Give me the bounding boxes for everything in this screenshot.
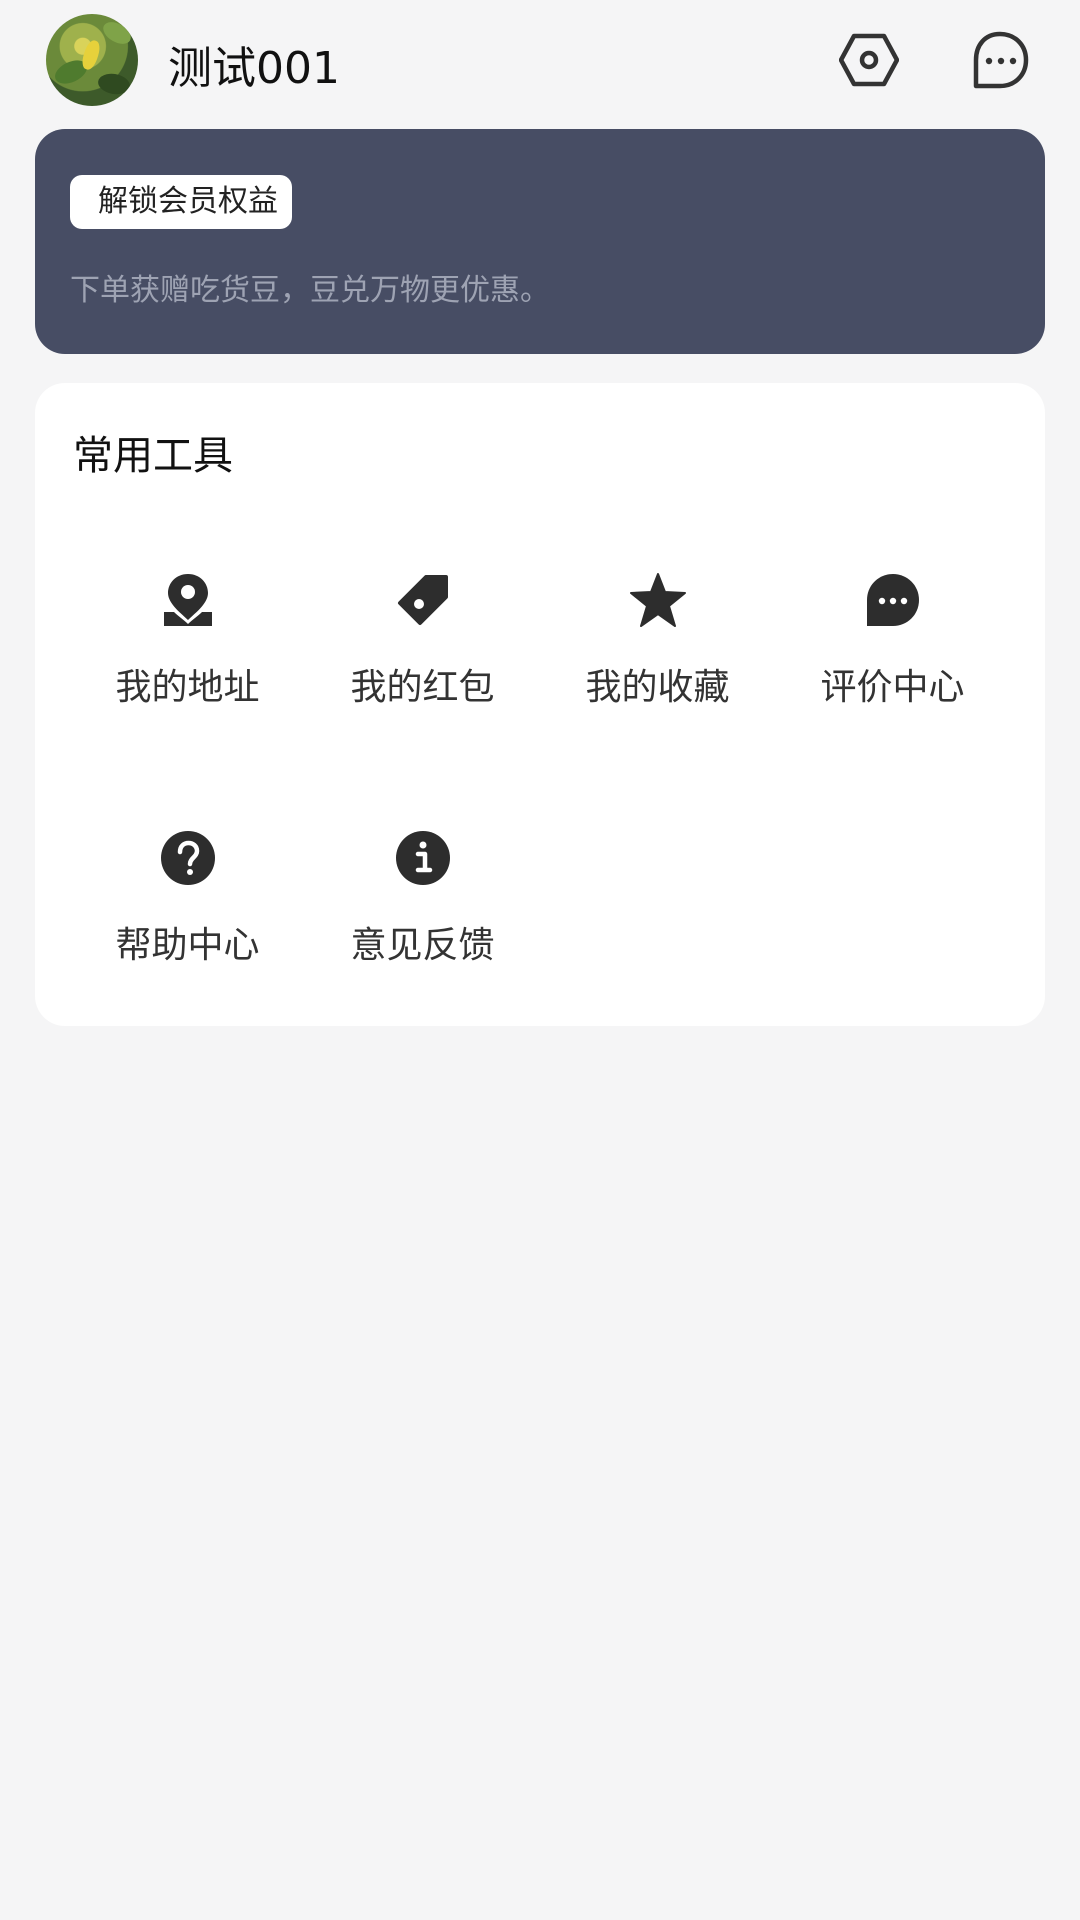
common-tools-card: 常用工具 我的地址 我的红包 我的收藏 评价中心 帮助中心 意见反馈 [35,383,1045,1026]
help-circle-icon [156,826,220,890]
avatar-fruit [79,38,103,72]
vip-description: 下单获赠吃货豆，豆兑万物更优惠。 [70,273,550,308]
tool-label: 帮助中心 [115,925,260,966]
tool-label: 我的收藏 [585,667,730,708]
avatar-leaf [99,17,135,49]
message-bubble-icon [973,31,1029,89]
vip-unlock-tag[interactable]: 解锁会员权益 [70,175,292,229]
settings-button[interactable] [837,28,901,92]
tool-label: 我的红包 [350,667,495,708]
message-button[interactable] [968,28,1032,92]
tool-label: 我的地址 [115,667,260,708]
settings-hexagon-icon [839,33,899,87]
vip-banner[interactable]: 解锁会员权益 下单获赠吃货豆，豆兑万物更优惠。 [35,129,1045,354]
avatar-leaf [96,71,132,97]
star-icon [626,568,690,632]
tool-my-coupon[interactable]: 我的红包 [305,568,540,738]
tool-review-center[interactable]: 评价中心 [775,568,1010,738]
tool-label: 意见反馈 [350,925,495,966]
tools-title: 常用工具 [73,433,233,479]
tool-feedback[interactable]: 意见反馈 [305,826,540,996]
info-circle-icon [391,826,455,890]
tool-my-address[interactable]: 我的地址 [70,568,305,738]
tag-icon [391,568,455,632]
username[interactable]: 测试001 [168,32,340,96]
location-pin-icon [156,568,220,632]
tool-label: 评价中心 [820,667,965,708]
tool-my-favorites[interactable]: 我的收藏 [540,568,775,738]
tool-help-center[interactable]: 帮助中心 [70,826,305,996]
avatar[interactable] [46,14,138,106]
profile-header: 测试001 [0,0,1080,120]
comment-bubble-icon [861,568,925,632]
